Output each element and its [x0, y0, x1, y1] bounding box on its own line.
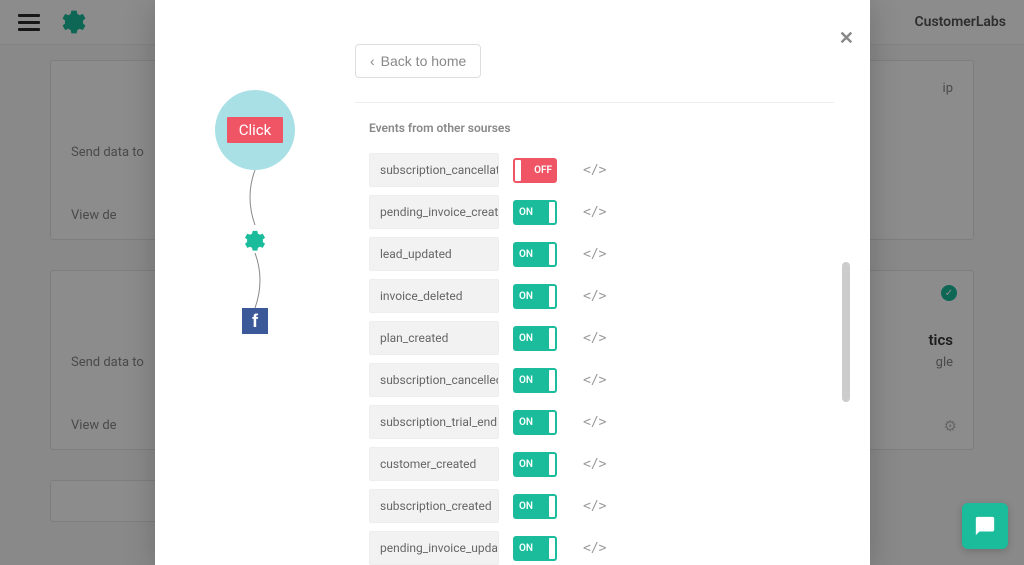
event-toggle[interactable]: ON — [513, 536, 557, 561]
event-row: pending_invoice_created ON </> — [355, 191, 834, 233]
event-name: invoice_deleted — [369, 279, 499, 313]
event-toggle[interactable]: ON — [513, 494, 557, 519]
code-icon[interactable]: </> — [583, 541, 606, 556]
event-toggle[interactable]: ON — [513, 242, 557, 267]
code-icon[interactable]: </> — [583, 415, 606, 430]
event-row: subscription_cancellation_reminder OFF </> — [355, 149, 834, 191]
event-row: lead_updated ON </> — [355, 233, 834, 275]
code-icon[interactable]: </> — [583, 247, 606, 262]
event-name: subscription_created — [369, 489, 499, 523]
events-panel: Events from other sourses subscription_c… — [355, 102, 850, 565]
event-row: pending_invoice_updated ON </> — [355, 527, 834, 565]
event-toggle[interactable]: ON — [513, 200, 557, 225]
event-row: customer_created ON </> — [355, 443, 834, 485]
events-list: subscription_cancellation_reminder OFF </>… — [355, 149, 834, 565]
event-name: subscription_cancellation_reminder — [369, 153, 499, 187]
event-name: subscription_cancelled — [369, 363, 499, 397]
event-row: subscription_cancelled ON </> — [355, 359, 834, 401]
event-name: pending_invoice_created — [369, 195, 499, 229]
code-icon[interactable]: </> — [583, 457, 606, 472]
event-name: pending_invoice_updated — [369, 531, 499, 565]
event-name: lead_updated — [369, 237, 499, 271]
event-name: plan_created — [369, 321, 499, 355]
scrollbar[interactable] — [842, 262, 850, 402]
flow-diagram: Click f — [155, 0, 355, 565]
event-toggle[interactable]: ON — [513, 410, 557, 435]
settings-modal: ✕ Click f ‹ Back to home Events from oth… — [155, 0, 870, 565]
event-toggle[interactable]: ON — [513, 452, 557, 477]
events-header: Events from other sourses — [355, 103, 834, 149]
event-toggle[interactable]: ON — [513, 368, 557, 393]
close-icon[interactable]: ✕ — [839, 28, 854, 49]
event-row: subscription_created ON </> — [355, 485, 834, 527]
click-badge: Click — [227, 117, 284, 143]
facebook-node-icon: f — [242, 308, 268, 334]
code-icon[interactable]: </> — [583, 373, 606, 388]
connector-line — [240, 253, 270, 308]
event-name: subscription_trial_end — [369, 405, 499, 439]
code-icon[interactable]: </> — [583, 499, 606, 514]
back-button[interactable]: ‹ Back to home — [355, 44, 481, 78]
chevron-left-icon: ‹ — [370, 53, 375, 69]
gear-node-icon — [241, 225, 269, 253]
code-icon[interactable]: </> — [583, 205, 606, 220]
event-toggle[interactable]: OFF — [513, 158, 557, 183]
event-row: plan_created ON </> — [355, 317, 834, 359]
event-toggle[interactable]: ON — [513, 284, 557, 309]
event-name: customer_created — [369, 447, 499, 481]
click-node: Click — [215, 90, 295, 170]
code-icon[interactable]: </> — [583, 163, 606, 178]
chat-widget-button[interactable] — [962, 503, 1008, 549]
code-icon[interactable]: </> — [583, 331, 606, 346]
event-row: invoice_deleted ON </> — [355, 275, 834, 317]
connector-line — [240, 170, 270, 225]
code-icon[interactable]: </> — [583, 289, 606, 304]
event-row: subscription_trial_end ON </> — [355, 401, 834, 443]
event-toggle[interactable]: ON — [513, 326, 557, 351]
